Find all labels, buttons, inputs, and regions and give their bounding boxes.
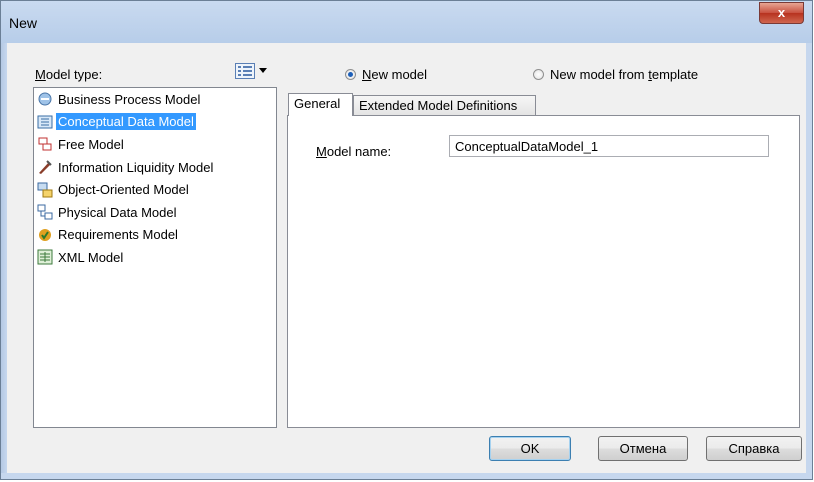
dialog-title: New [9, 15, 38, 31]
new-model-from-template-label: New model from template [550, 67, 699, 82]
window-frame-left [1, 43, 7, 479]
list-item-information-liquidity[interactable]: Information Liquidity Model [34, 156, 276, 179]
list-item-physical-data[interactable]: Physical Data Model [34, 201, 276, 224]
cancel-button[interactable]: Отмена [598, 436, 688, 461]
list-item-free-model[interactable]: Free Model [34, 133, 276, 156]
list-item-label: Object-Oriented Model [58, 182, 189, 198]
radio-unselected-icon [533, 69, 544, 80]
physical-data-icon [37, 204, 53, 220]
information-liquidity-icon [37, 159, 53, 175]
list-item-label: Conceptual Data Model [56, 113, 196, 131]
requirements-icon [37, 227, 53, 243]
xml-model-icon [37, 249, 53, 265]
list-item-requirements[interactable]: Requirements Model [34, 224, 276, 247]
list-item-object-oriented[interactable]: Object-Oriented Model [34, 178, 276, 201]
model-name-input[interactable] [449, 135, 769, 157]
radio-selected-icon [345, 69, 356, 80]
ok-button[interactable]: OK [489, 436, 571, 461]
window-frame-bottom [1, 473, 812, 479]
new-model-radio[interactable]: New model [345, 67, 427, 82]
help-button[interactable]: Справка [706, 436, 802, 461]
model-type-label: Model type: [35, 67, 103, 82]
list-item-label: Information Liquidity Model [58, 159, 214, 175]
chevron-down-icon [259, 68, 267, 73]
free-model-icon [37, 136, 53, 152]
list-item-business-process[interactable]: Business Process Model [34, 88, 276, 111]
dialog-client-area: Model type: Business Process Model Concep… [9, 44, 806, 473]
tab-general[interactable]: General [288, 93, 353, 116]
list-item-conceptual-data[interactable]: Conceptual Data Model [34, 111, 276, 134]
window-frame-right [806, 43, 812, 479]
new-model-from-template-radio[interactable]: New model from template [533, 67, 698, 82]
list-item-label: Physical Data Model [58, 204, 177, 220]
conceptual-data-icon [37, 114, 53, 130]
title-bar[interactable]: New x [1, 1, 812, 43]
list-item-label: Requirements Model [58, 227, 178, 243]
list-view-button[interactable] [235, 62, 277, 82]
list-item-label: Free Model [58, 136, 124, 152]
object-oriented-icon [37, 182, 53, 198]
business-process-icon [37, 91, 53, 107]
general-tab-panel: Model name: [287, 115, 800, 428]
list-item-label: Business Process Model [58, 91, 201, 107]
model-name-label: Model name: [316, 144, 392, 159]
new-model-dialog: New x Model type: Business Process Model… [0, 0, 813, 480]
tab-extended-model-definitions[interactable]: Extended Model Definitions [353, 95, 536, 116]
close-button[interactable]: x [759, 2, 804, 24]
model-type-list[interactable]: Business Process Model Conceptual Data Mo… [33, 87, 277, 428]
list-view-icon [235, 63, 255, 79]
new-model-label: New model [362, 67, 428, 82]
list-item-label: XML Model [58, 249, 124, 265]
list-item-xml-model[interactable]: XML Model [34, 246, 276, 269]
